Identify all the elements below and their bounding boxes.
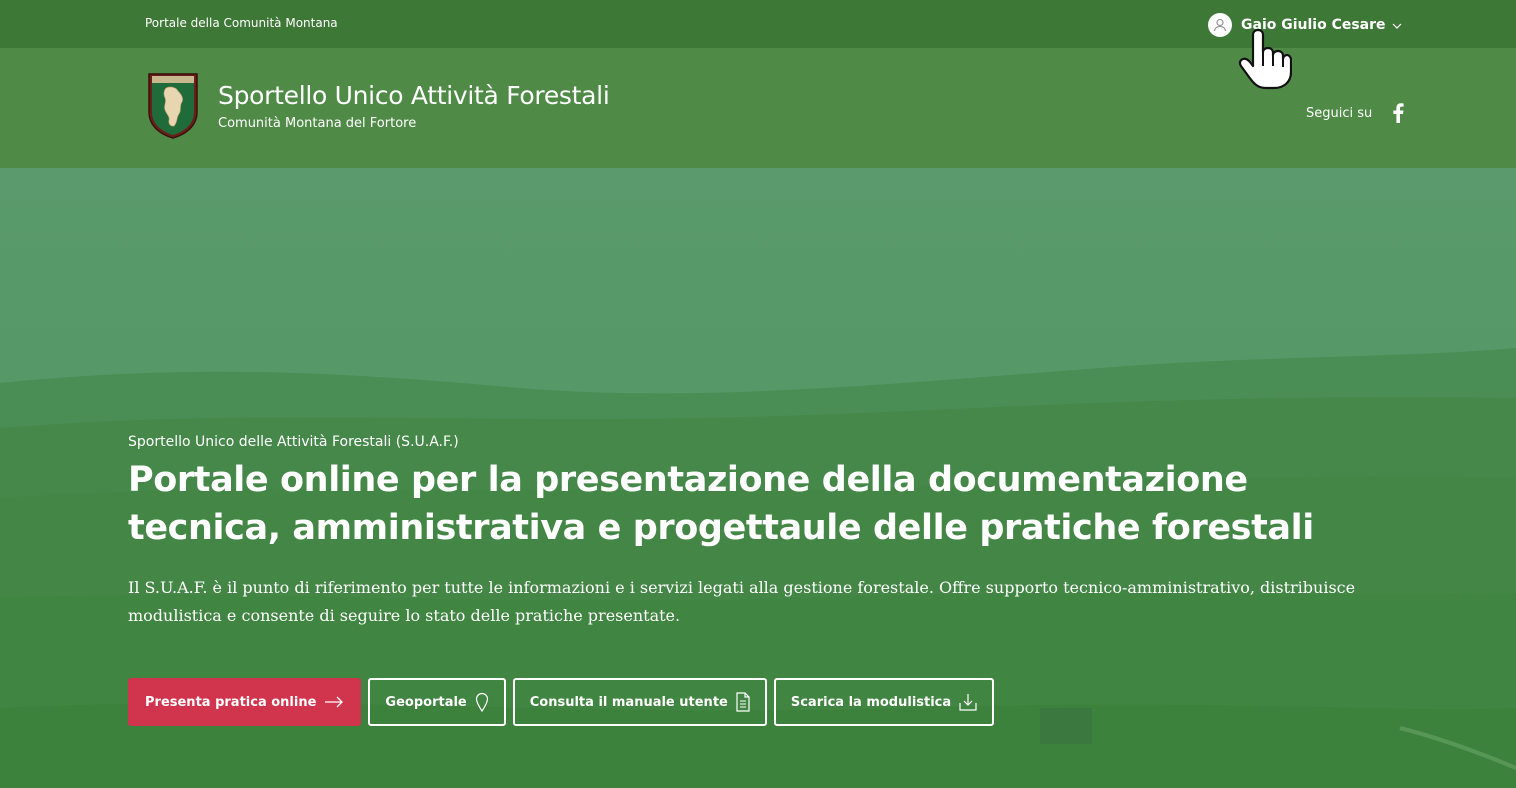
download-icon: [959, 692, 977, 712]
chevron-down-icon: [1392, 15, 1402, 34]
button-label: Scarica la modulistica: [790, 694, 952, 710]
hero-title: Portale online per la presentazione dell…: [128, 460, 1314, 548]
geoportale-button[interactable]: Geoportale: [368, 678, 506, 726]
user-menu[interactable]: Gaio Giulio Cesare: [1208, 12, 1402, 37]
manuale-utente-button[interactable]: Consulta il manuale utente: [512, 678, 767, 726]
presenta-pratica-button[interactable]: Presenta pratica online: [128, 678, 362, 726]
site-subtitle: Comunità Montana del Fortore: [218, 116, 417, 131]
site-header: Sportello Unico Attività Forestali Comun…: [0, 48, 1516, 168]
hero-actions: Presenta pratica online Geoportale Consu…: [128, 678, 1001, 726]
social-links: Seguici su: [1306, 102, 1408, 124]
button-label: Geoportale: [385, 694, 467, 710]
site-title: Sportello Unico Attività Forestali: [218, 81, 610, 110]
hero-description: Il S.U.A.F. è il punto di riferimento pe…: [128, 578, 1356, 625]
user-icon: [1208, 12, 1232, 37]
logo[interactable]: [146, 72, 200, 140]
hero-section: Sportello Unico delle Attività Forestali…: [0, 168, 1516, 788]
button-label: Consulta il manuale utente: [529, 694, 728, 710]
portal-link[interactable]: Portale della Comunità Montana: [145, 16, 338, 30]
hero-kicker: Sportello Unico delle Attività Forestali…: [128, 434, 459, 450]
button-label: Presenta pratica online: [145, 694, 317, 710]
map-pin-icon: [475, 692, 489, 712]
arrow-right-icon: [324, 696, 344, 708]
document-icon: [736, 692, 750, 712]
top-bar: Portale della Comunità Montana Gaio Giul…: [0, 0, 1516, 48]
user-name: Gaio Giulio Cesare: [1241, 16, 1386, 33]
social-label: Seguici su: [1306, 105, 1373, 121]
facebook-icon[interactable]: [1388, 102, 1408, 124]
modulistica-button[interactable]: Scarica la modulistica: [773, 678, 995, 726]
